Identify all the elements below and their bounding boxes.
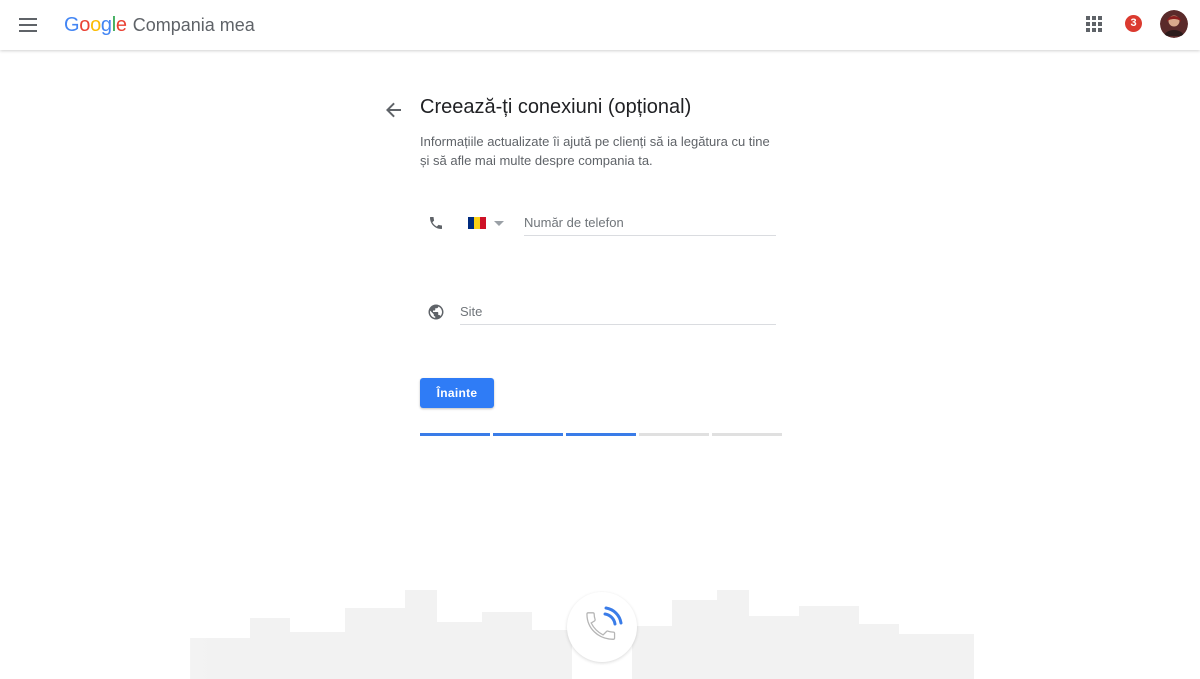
back-button[interactable] — [382, 98, 406, 122]
romania-flag-icon — [468, 217, 486, 229]
progress-segment — [493, 433, 563, 436]
logo-letter: G — [64, 13, 80, 36]
progress-segment — [566, 433, 636, 436]
product-name: Compania mea — [132, 14, 255, 35]
progress-segment — [420, 433, 490, 436]
step-progress-bar — [420, 433, 782, 436]
call-illustration-badge — [567, 592, 637, 662]
page-subtitle: Informațiile actualizate îi ajută pe cli… — [420, 134, 770, 168]
google-apps-button[interactable] — [1082, 12, 1106, 36]
progress-segment — [712, 433, 782, 436]
phone-number-input[interactable] — [524, 209, 776, 236]
phone-row-icon — [425, 212, 447, 234]
hamburger-menu-icon — [19, 18, 37, 32]
country-code-select[interactable] — [468, 213, 504, 233]
website-row-icon — [425, 301, 447, 323]
top-app-bar: Google Compania mea 3 — [0, 0, 1200, 50]
logo-letter: g — [100, 13, 112, 36]
ringing-phone-icon — [586, 606, 623, 640]
phone-icon — [430, 217, 442, 229]
google-my-business-logo[interactable]: Google Compania mea — [64, 12, 255, 38]
logo-letter: o — [79, 13, 91, 36]
website-input[interactable] — [460, 298, 776, 325]
notifications-badge[interactable]: 3 — [1125, 15, 1142, 32]
chevron-down-icon — [494, 220, 504, 226]
logo-letter: e — [115, 13, 127, 36]
logo-letter: o — [90, 13, 101, 36]
globe-icon — [428, 304, 444, 320]
user-avatar-icon — [1160, 10, 1188, 38]
apps-grid-icon — [1086, 16, 1102, 32]
page-title: Creează-ți conexiuni (opțional) — [420, 96, 692, 118]
next-button[interactable]: Înainte — [420, 378, 494, 408]
main-menu-button[interactable] — [14, 11, 42, 39]
arrow-back-icon — [386, 102, 401, 118]
account-avatar[interactable] — [1160, 10, 1188, 38]
progress-segment — [639, 433, 709, 436]
google-logo: Google — [64, 14, 127, 37]
